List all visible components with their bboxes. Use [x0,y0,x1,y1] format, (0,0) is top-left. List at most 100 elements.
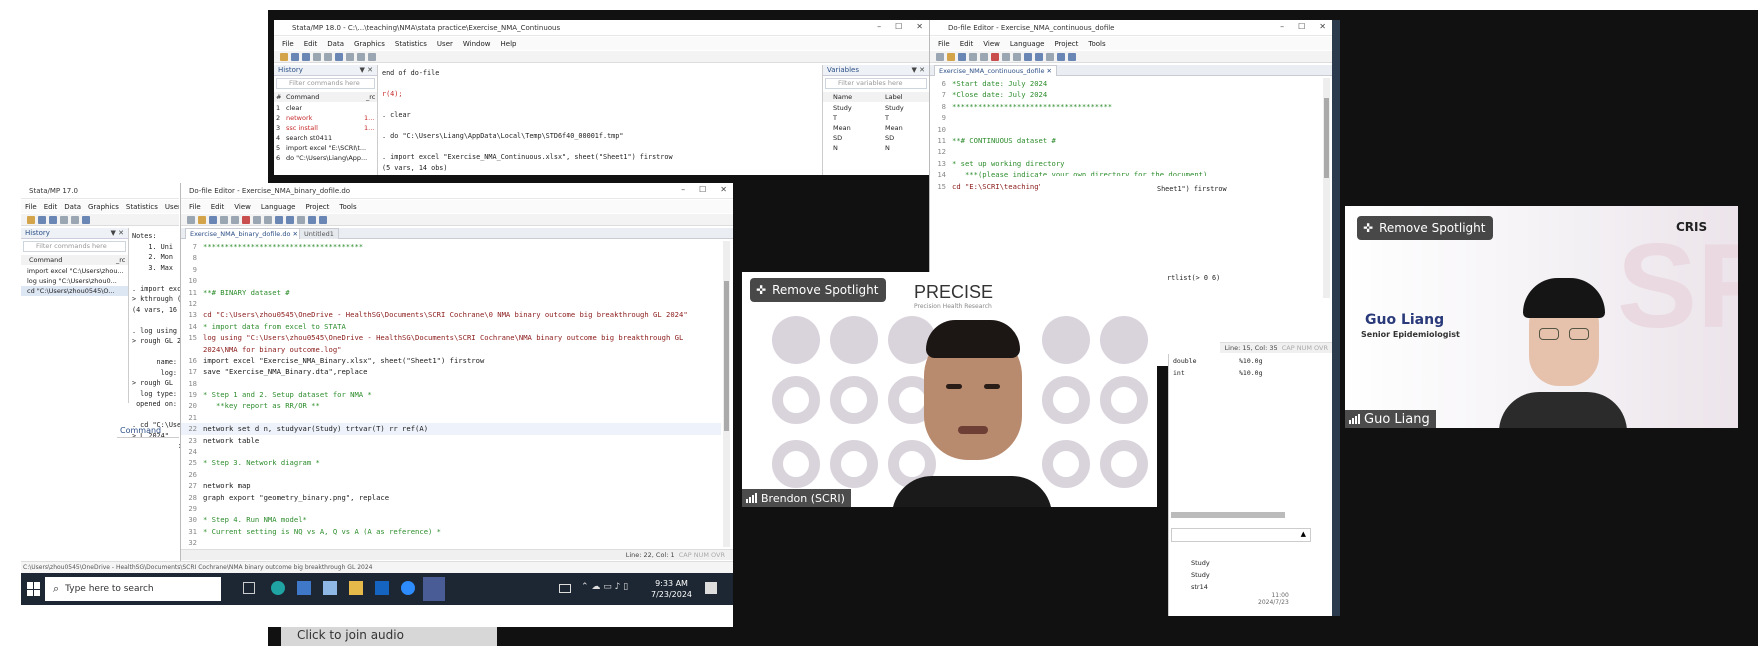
minimize-icon[interactable]: – [681,185,685,194]
menu-item-user[interactable]: User [165,203,179,211]
code-line[interactable]: 13 cd "C:\Users\zhou0545\OneDrive - Healt… [181,309,721,320]
menu-item-help[interactable]: Help [501,40,517,48]
break-icon[interactable] [368,52,376,61]
code-line[interactable]: 10 [181,275,721,286]
paste-icon[interactable] [1013,52,1021,61]
taskbar-search-box[interactable]: ⌕ Type here to search [45,577,221,601]
code-line[interactable]: 13 * set up working directory [930,158,1322,169]
history-row[interactable]: 5 import excel "E:\SCRI\t... [274,143,377,153]
undo-icon[interactable] [275,215,283,224]
menu-item-data[interactable]: Data [64,203,81,211]
menu-item-tools[interactable]: Tools [1088,40,1105,48]
code-line[interactable]: 2024\NMA for binary outcome.log" [181,344,721,355]
dofile-front-editor[interactable]: 7 ************************************* 8 9… [181,241,721,547]
code-line[interactable]: 11 **# CONTINUOUS dataset # [930,135,1322,146]
menu-item-file[interactable]: File [25,203,37,211]
code-line[interactable]: 31 * Current setting is NQ vs A, Q vs A (… [181,526,721,537]
code-line[interactable]: 32 [181,537,721,547]
remove-spotlight-button-guo[interactable]: ✜ Remove Spotlight [1357,216,1494,240]
code-line[interactable]: 9 [930,112,1322,123]
history-filter-input[interactable]: Filter commands here [276,78,375,89]
menu-item-project[interactable]: Project [1054,40,1078,48]
variable-row[interactable]: SD SD [823,133,929,143]
bookmark-icon[interactable] [1046,52,1054,61]
close-icon[interactable]: ✕ [916,22,923,31]
graph-icon[interactable] [335,52,343,61]
store-icon[interactable] [297,581,311,595]
new-icon[interactable] [187,215,195,224]
menu-item-user[interactable]: User [437,40,453,48]
code-line[interactable]: 21 [181,412,721,423]
cut-icon[interactable] [242,215,250,224]
dofile-front-scrollbar[interactable] [723,241,730,547]
code-line[interactable]: 14 * import data from excel to STATA [181,321,721,332]
bookmark-icon[interactable] [297,215,305,224]
menu-item-file[interactable]: File [189,203,201,211]
windows-start-icon[interactable] [27,582,41,596]
graph-icon[interactable] [82,215,90,224]
menu-item-statistics[interactable]: Statistics [126,203,158,211]
code-line[interactable]: 27 network map [181,480,721,491]
maximize-icon[interactable]: ☐ [699,185,706,194]
maximize-icon[interactable]: ☐ [1298,22,1305,31]
code-line[interactable]: 9 [181,264,721,275]
taskbar-clock[interactable]: 9:33 AM 7/23/2024 [651,578,692,600]
menu-item-language[interactable]: Language [261,203,296,211]
save-icon[interactable] [958,52,966,61]
menu-item-file[interactable]: File [938,40,950,48]
run-icon[interactable] [1057,52,1065,61]
video-tile-guo[interactable]: SR CRIS Guo Liang Senior Epidemiologist … [1345,206,1738,428]
dofile-icon[interactable] [346,52,354,61]
code-line[interactable]: 11 **# BINARY dataset # [181,287,721,298]
viewer-icon[interactable] [324,52,332,61]
history-row[interactable]: 2 network 1... [274,113,377,123]
cut-icon[interactable] [991,52,999,61]
remove-spotlight-button-brendon[interactable]: ✜ Remove Spotlight [750,278,887,302]
new-icon[interactable] [936,52,944,61]
tab-untitled1[interactable]: Untitled1 [299,228,339,239]
variable-row[interactable]: Study Study [823,103,929,113]
menu-item-language[interactable]: Language [1010,40,1045,48]
notification-icon[interactable] [705,582,717,594]
command-input[interactable] [117,437,179,485]
run-icon[interactable] [308,215,316,224]
code-line[interactable]: 7 ************************************* [181,241,721,252]
code-line[interactable]: 15 log using "C:\Users\zhou0545\OneDrive … [181,332,721,343]
copy-icon[interactable] [1002,52,1010,61]
code-line[interactable]: 7 *Close date: July 2024 [930,89,1322,100]
variable-row[interactable]: TT [823,113,929,123]
minimize-icon[interactable]: – [877,22,881,31]
open-icon[interactable] [947,52,955,61]
save-icon[interactable] [209,215,217,224]
pane-pin-icon[interactable]: ▼ ✕ [912,65,925,76]
zoom-app-icon[interactable] [401,581,415,595]
tray-icons[interactable]: ⌃ ☁ ▭ ♪ ▯ [581,582,628,592]
history-row[interactable]: cd "C:\Users\zhou0545\O... [21,286,128,296]
code-line[interactable]: 26 [181,469,721,480]
data-editor-icon[interactable] [357,52,365,61]
history-row[interactable]: log using "C:\Users\zhou0... [21,276,128,286]
history-filter-input[interactable]: Filter commands here [23,241,126,252]
history-row[interactable]: 4 search st0411 [274,133,377,143]
code-line[interactable]: 18 [181,378,721,389]
execute-icon[interactable] [1068,52,1076,61]
save-icon[interactable] [291,52,299,61]
tab-continuous-dofile[interactable]: Exercise_NMA_continuous_dofile ✕ [934,65,1057,76]
video-tile-brendon[interactable]: PRECISE Precision Health Research ✜ Remov… [742,272,1157,507]
variable-row[interactable]: NN [823,143,929,153]
menu-item-file[interactable]: File [282,40,294,48]
code-line[interactable]: 22 network set d n, studyvar(Study) trtva… [181,423,721,435]
close-icon[interactable]: ✕ [1319,22,1326,31]
properties-scrollbar[interactable] [1171,512,1285,518]
tab-binary-dofile[interactable]: Exercise_NMA_binary_dofile.do ✕ [185,228,303,239]
code-line[interactable]: 30 * Step 4. Run NMA model* [181,514,721,525]
menu-item-edit[interactable]: Edit [304,40,318,48]
menu-item-statistics[interactable]: Statistics [395,40,427,48]
menu-item-tools[interactable]: Tools [339,203,356,211]
dofile-back-scrollbar[interactable] [1323,78,1330,298]
menu-item-edit[interactable]: Edit [211,203,225,211]
code-line[interactable]: 16 import excel "Exercise_NMA_Binary.xlsx… [181,355,721,366]
code-line[interactable]: 8 ************************************* [930,101,1322,112]
menu-item-edit[interactable]: Edit [960,40,974,48]
code-line[interactable]: 10 [930,124,1322,135]
